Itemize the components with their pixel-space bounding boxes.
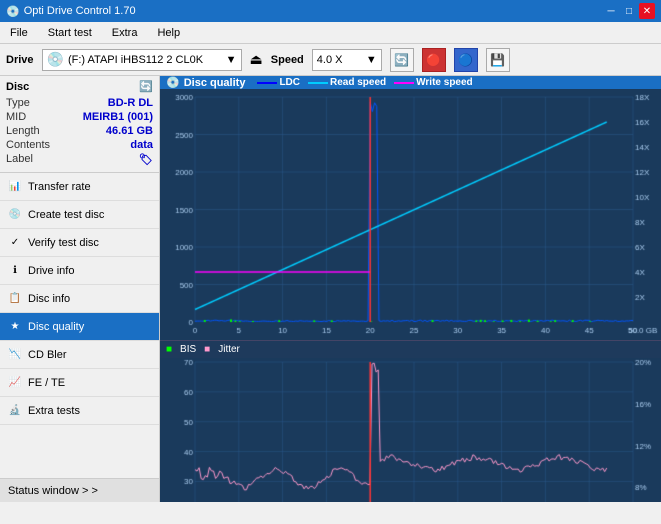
speed-label: Speed bbox=[271, 54, 304, 66]
write-speed-legend-color bbox=[394, 82, 414, 84]
app-icon: 💿 bbox=[6, 5, 20, 18]
ldc-legend-label: LDC bbox=[279, 77, 300, 88]
sidebar-item-extra-tests[interactable]: 🔬 Extra tests bbox=[0, 397, 159, 425]
speed-dropdown-icon: ▼ bbox=[366, 54, 377, 66]
disc-contents-row: Contents data bbox=[6, 139, 153, 151]
lower-chart bbox=[160, 358, 661, 502]
sidebar-item-fe-te-label: FE / TE bbox=[28, 377, 65, 389]
menu-help[interactable]: Help bbox=[151, 25, 186, 41]
close-button[interactable]: ✕ bbox=[639, 3, 655, 19]
disc-label-row: Label 🏷 bbox=[6, 153, 153, 166]
menu-bar: File Start test Extra Help bbox=[0, 22, 661, 44]
sidebar: Disc 🔄 Type BD-R DL MID MEIRB1 (001) Len… bbox=[0, 76, 160, 502]
drive-bar: Drive 💿 (F:) ATAPI iHBS112 2 CL0K ▼ ⏏ Sp… bbox=[0, 44, 661, 76]
sidebar-item-verify-test-disc[interactable]: ✓ Verify test disc bbox=[0, 229, 159, 257]
sidebar-item-disc-quality-label: Disc quality bbox=[28, 321, 84, 333]
sidebar-item-create-test-disc[interactable]: 💿 Create test disc bbox=[0, 201, 159, 229]
speed-select[interactable]: 4.0 X ▼ bbox=[312, 49, 382, 71]
fe-te-icon: 📈 bbox=[8, 376, 22, 390]
sidebar-nav: 📊 Transfer rate 💿 Create test disc ✓ Ver… bbox=[0, 173, 159, 478]
sidebar-item-fe-te[interactable]: 📈 FE / TE bbox=[0, 369, 159, 397]
speed-value: 4.0 X bbox=[317, 54, 343, 66]
chart-container: ■ BIS ■ Jitter bbox=[160, 89, 661, 502]
jitter-legend-label: Jitter bbox=[218, 344, 240, 355]
disc-type-value: BD-R DL bbox=[108, 97, 153, 109]
sidebar-item-cd-bler-label: CD Bler bbox=[28, 349, 67, 361]
blue-icon-button[interactable]: 🔵 bbox=[454, 48, 478, 72]
disc-length-row: Length 46.61 GB bbox=[6, 125, 153, 137]
sidebar-item-disc-info[interactable]: 📋 Disc info bbox=[0, 285, 159, 313]
ldc-legend-color bbox=[257, 82, 277, 84]
disc-quality-icon: ★ bbox=[8, 320, 22, 334]
create-test-disc-icon: 💿 bbox=[8, 208, 22, 222]
disc-refresh-icon[interactable]: 🔄 bbox=[139, 80, 153, 93]
main-layout: Disc 🔄 Type BD-R DL MID MEIRB1 (001) Len… bbox=[0, 76, 661, 502]
disc-length-label: Length bbox=[6, 125, 40, 137]
menu-file[interactable]: File bbox=[4, 25, 34, 41]
main-content: 💿 Disc quality LDC Read speed Write spee… bbox=[160, 76, 661, 502]
disc-contents-value: data bbox=[130, 139, 153, 151]
sidebar-item-transfer-rate[interactable]: 📊 Transfer rate bbox=[0, 173, 159, 201]
drive-disc-icon: 💿 bbox=[47, 51, 64, 68]
drive-value: (F:) ATAPI iHBS112 2 CL0K bbox=[68, 54, 203, 66]
disc-mid-value: MEIRB1 (001) bbox=[83, 111, 153, 123]
transfer-rate-icon: 📊 bbox=[8, 180, 22, 194]
disc-type-row: Type BD-R DL bbox=[6, 97, 153, 109]
bis-legend-color-label: ■ bbox=[166, 344, 172, 355]
red-icon-button[interactable]: 🔴 bbox=[422, 48, 446, 72]
sidebar-item-drive-info[interactable]: ℹ Drive info bbox=[0, 257, 159, 285]
verify-test-disc-icon: ✓ bbox=[8, 236, 22, 250]
drive-label: Drive bbox=[6, 54, 34, 66]
disc-header-label: Disc bbox=[6, 81, 29, 93]
save-button[interactable]: 💾 bbox=[486, 48, 510, 72]
maximize-button[interactable]: □ bbox=[621, 3, 637, 19]
eject-icon[interactable]: ⏏ bbox=[250, 51, 263, 68]
chart-legend: LDC Read speed Write speed bbox=[257, 77, 472, 88]
sidebar-item-drive-info-label: Drive info bbox=[28, 265, 74, 277]
dq-icon: 💿 bbox=[166, 76, 180, 89]
app-title: Opti Drive Control 1.70 bbox=[24, 5, 136, 17]
disc-mid-row: MID MEIRB1 (001) bbox=[6, 111, 153, 123]
disc-label-label: Label bbox=[6, 153, 33, 166]
jitter-legend-color-label: ■ bbox=[204, 344, 210, 355]
write-speed-legend-label: Write speed bbox=[416, 77, 473, 88]
disc-label-icon: 🏷 bbox=[139, 153, 153, 166]
upper-chart bbox=[160, 89, 661, 340]
sidebar-item-extra-tests-label: Extra tests bbox=[28, 405, 80, 417]
sidebar-item-create-test-disc-label: Create test disc bbox=[28, 209, 104, 221]
extra-tests-icon: 🔬 bbox=[8, 404, 22, 418]
disc-mid-label: MID bbox=[6, 111, 26, 123]
menu-start-test[interactable]: Start test bbox=[42, 25, 98, 41]
disc-contents-label: Contents bbox=[6, 139, 50, 151]
disc-length-value: 46.61 GB bbox=[106, 125, 153, 137]
bis-legend-label: BIS bbox=[180, 344, 196, 355]
sidebar-item-cd-bler[interactable]: 📉 CD Bler bbox=[0, 341, 159, 369]
title-bar: 💿 Opti Drive Control 1.70 ─ □ ✕ bbox=[0, 0, 661, 22]
status-window-button[interactable]: Status window > > bbox=[0, 478, 159, 502]
read-speed-legend-label: Read speed bbox=[330, 77, 386, 88]
cd-bler-icon: 📉 bbox=[8, 348, 22, 362]
read-speed-legend-color bbox=[308, 82, 328, 84]
disc-type-label: Type bbox=[6, 97, 30, 109]
drive-info-icon: ℹ bbox=[8, 264, 22, 278]
dq-title: Disc quality bbox=[184, 77, 246, 89]
sidebar-item-disc-info-label: Disc info bbox=[28, 293, 70, 305]
status-window-label: Status window > > bbox=[8, 485, 98, 497]
disc-info-icon: 📋 bbox=[8, 292, 22, 306]
refresh-button[interactable]: 🔄 bbox=[390, 48, 414, 72]
disc-quality-header: 💿 Disc quality LDC Read speed Write spee… bbox=[160, 76, 661, 89]
minimize-button[interactable]: ─ bbox=[603, 3, 619, 19]
sidebar-item-verify-test-disc-label: Verify test disc bbox=[28, 237, 99, 249]
sidebar-item-disc-quality[interactable]: ★ Disc quality bbox=[0, 313, 159, 341]
disc-panel: Disc 🔄 Type BD-R DL MID MEIRB1 (001) Len… bbox=[0, 76, 159, 173]
sidebar-item-transfer-rate-label: Transfer rate bbox=[28, 181, 91, 193]
menu-extra[interactable]: Extra bbox=[106, 25, 144, 41]
drive-dropdown-icon: ▼ bbox=[226, 54, 237, 66]
drive-select[interactable]: 💿 (F:) ATAPI iHBS112 2 CL0K ▼ bbox=[42, 49, 242, 71]
